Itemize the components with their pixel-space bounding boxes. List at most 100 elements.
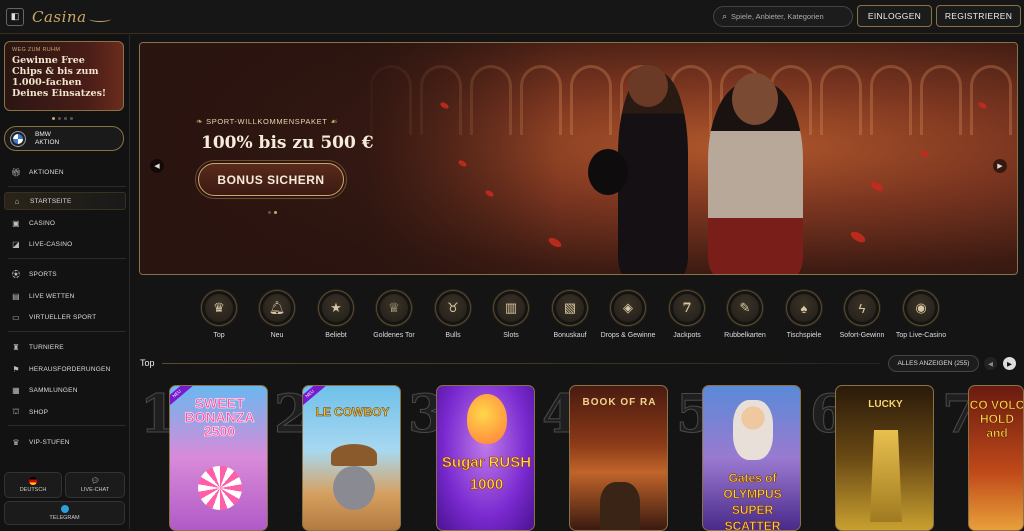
sidebar-item-vip-stufen[interactable]: ♛ VIP-STUFEN — [4, 433, 126, 451]
ornament-icon: ☙ — [327, 117, 339, 126]
sidebar-item-casino[interactable]: ▣ CASINO — [4, 214, 126, 232]
hero-fade — [140, 43, 560, 274]
carousel-dot[interactable] — [58, 117, 61, 120]
category-sofort-gewinn[interactable]: ϟ Sofort-Gewinn — [833, 290, 891, 340]
category-label: Neu — [270, 332, 284, 339]
hero-carousel-dots — [268, 211, 277, 214]
promo-banner[interactable]: WEG ZUM RUHM Gewinne Free Chips & bis zu… — [4, 41, 124, 111]
virtual-sport-icon: ▭ — [12, 312, 20, 322]
sidebar-item-turniere[interactable]: ♜ TURNIERE — [4, 338, 126, 356]
star-icon: ★ — [318, 290, 354, 326]
game-card-book-of-ra[interactable]: BOOK OF RA — [569, 385, 668, 531]
category-label: Drops & Gewinne — [600, 332, 656, 339]
sidebar-item-startseite[interactable]: ⌂ STARTSEITE — [4, 192, 126, 210]
promo-kicker: WEG ZUM RUHM — [12, 47, 61, 53]
carousel-dot[interactable] — [268, 211, 271, 214]
arch — [870, 65, 912, 135]
hero-next-arrow-icon[interactable]: ▶ — [993, 159, 1007, 173]
arch — [970, 65, 1012, 135]
live-chat-button[interactable]: 💬︎ LIVE-CHAT — [65, 472, 125, 498]
category-slots[interactable]: ▥ Slots — [482, 290, 540, 340]
golden-shrine-art — [870, 430, 902, 522]
sidebar-item-label: LIVE WETTEN — [29, 292, 75, 300]
bmw-promo-label: BMW AKTION — [35, 131, 59, 147]
game-card-gates-of-olympus[interactable]: Gates of OLYMPUS SUPER SCATTER — [702, 385, 801, 531]
sidebar-item-live-casino[interactable]: ◪ LIVE-CASINO — [4, 235, 126, 253]
chip-icon: ◉ — [903, 290, 939, 326]
category-bulls[interactable]: ♉︎ Bulls — [424, 290, 482, 340]
bmw-promo-button[interactable]: BMW AKTION — [4, 126, 124, 151]
carousel-dot[interactable] — [274, 211, 277, 214]
gift-icon: 🎁︎ — [11, 167, 22, 177]
category-label: Beliebt — [325, 332, 347, 339]
carousel-dot[interactable] — [70, 117, 73, 120]
game-card-sugar-rush[interactable]: Sugar RUSH 1000 — [436, 385, 535, 531]
category-top-live-casino[interactable]: ◉ Top Live-Casino — [892, 290, 950, 340]
sidebar-item-live-wetten[interactable]: ▤ LIVE WETTEN — [4, 287, 126, 305]
game-card-coin-volcano[interactable]: CO VOLC HOLD and — [968, 385, 1024, 531]
show-all-button[interactable]: ALLES ANZEIGEN (255) — [888, 355, 979, 372]
category-label: Bonuskauf — [553, 332, 587, 339]
category-bonuskauf[interactable]: ▧ Bonuskauf — [541, 290, 599, 340]
logo-swash — [88, 16, 111, 22]
game-title: Sugar RUSH 1000 — [441, 454, 532, 494]
category-drops-gewinne[interactable]: ◈ Drops & Gewinne — [599, 290, 657, 340]
category-beliebt[interactable]: ★ Beliebt — [307, 290, 365, 340]
live-chat-label: LIVE-CHAT — [80, 487, 110, 493]
menu-toggle-icon[interactable]: ◧ — [6, 7, 24, 26]
telegram-button[interactable]: TELEGRAM — [4, 501, 125, 525]
sidebar-item-sammlungen[interactable]: ▦ SAMMLUNGEN — [4, 381, 126, 399]
game-card-sweet-bonanza[interactable]: SWEET BONANZA 2500 NEU — [169, 385, 268, 531]
drops-wins-icon: ◈ — [610, 290, 646, 326]
sidebar-item-shop[interactable]: ⛫ SHOP — [4, 403, 126, 421]
category-top[interactable]: ♛ Top — [190, 290, 248, 340]
category-tischspiele[interactable]: ♠ Tischspiele — [775, 290, 833, 340]
sidebar-item-label: CASINO — [29, 219, 56, 227]
register-button[interactable]: REGISTRIEREN — [936, 5, 1021, 27]
category-label: Top — [213, 332, 225, 339]
sidebar-item-virtueller-sport[interactable]: ▭ VIRTUELLER SPORT — [4, 308, 126, 326]
search-input[interactable]: ⌕ Spiele, Anbieter, Kategorien — [713, 6, 853, 27]
game-title: LE COWBOY — [315, 405, 390, 419]
category-label: Tischspiele — [786, 332, 822, 339]
sidebar-item-label: SAMMLUNGEN — [29, 386, 78, 394]
hero-prev-arrow-icon[interactable]: ◀ — [150, 159, 164, 173]
telegram-label: TELEGRAM — [49, 515, 80, 521]
cowboy-hat-art — [331, 444, 377, 466]
hero-title: 100% bis zu 500 € — [201, 133, 374, 153]
sidebar-item-herausforderungen[interactable]: ⚑ HERAUSFORDERUNGEN — [4, 360, 126, 378]
category-neu[interactable]: 🔔︎ Neu — [248, 290, 306, 340]
sidebar-item-sports[interactable]: ⚽︎ SPORTS — [4, 265, 126, 283]
category-label: Bulls — [445, 332, 461, 339]
bonus-button[interactable]: BONUS SICHERN — [195, 160, 347, 199]
sidebar-item-label: LIVE-CASINO — [29, 240, 73, 248]
bonus-buy-icon: ▧ — [552, 290, 588, 326]
category-rubbelkarten[interactable]: ✎ Rubbelkarten — [716, 290, 774, 340]
sidebar-item-label: AKTIONEN — [29, 168, 64, 176]
sidebar-item-label: SHOP — [29, 408, 49, 416]
zeus-art — [733, 400, 773, 460]
top-bar: ◧ Casina ⌕ Spiele, Anbieter, Kategorien … — [0, 0, 1024, 34]
promo-carousel-dots — [52, 117, 73, 120]
next-page-icon[interactable]: ▶ — [1003, 357, 1016, 370]
category-jackpots[interactable]: 7 Jackpots — [658, 290, 716, 340]
hero-banner[interactable]: ❧ SPORT-WILLKOMMENSPAKET ☙ 100% bis zu 5… — [139, 42, 1018, 275]
logo[interactable]: Casina — [32, 8, 111, 26]
sidebar-item-aktionen[interactable]: 🎁︎ AKTIONEN — [4, 163, 126, 181]
game-card-lucky[interactable]: LUCKY — [835, 385, 934, 531]
category-label: Slots — [503, 332, 519, 339]
gumball-art — [467, 394, 507, 444]
language-button[interactable]: DEUTSCH — [4, 472, 62, 498]
prev-page-icon[interactable]: ◀ — [984, 357, 997, 370]
game-card-le-cowboy[interactable]: LE COWBOY NEU — [302, 385, 401, 531]
home-icon: ⌂ — [14, 196, 20, 206]
divider — [8, 331, 126, 332]
login-button[interactable]: EINLOGGEN — [857, 5, 932, 27]
vip-icon: ♛ — [12, 437, 20, 447]
bmw-line2: AKTION — [35, 138, 60, 146]
category-goldenes-tor[interactable]: ♕ Goldenes Tor — [365, 290, 423, 340]
shop-icon: ⛫ — [12, 407, 20, 416]
carousel-dot[interactable] — [64, 117, 67, 120]
category-bar: ♛ Top 🔔︎ Neu ★ Beliebt ♕ Goldenes Tor ♉︎ Bull… — [190, 290, 950, 352]
carousel-dot[interactable] — [52, 117, 55, 120]
